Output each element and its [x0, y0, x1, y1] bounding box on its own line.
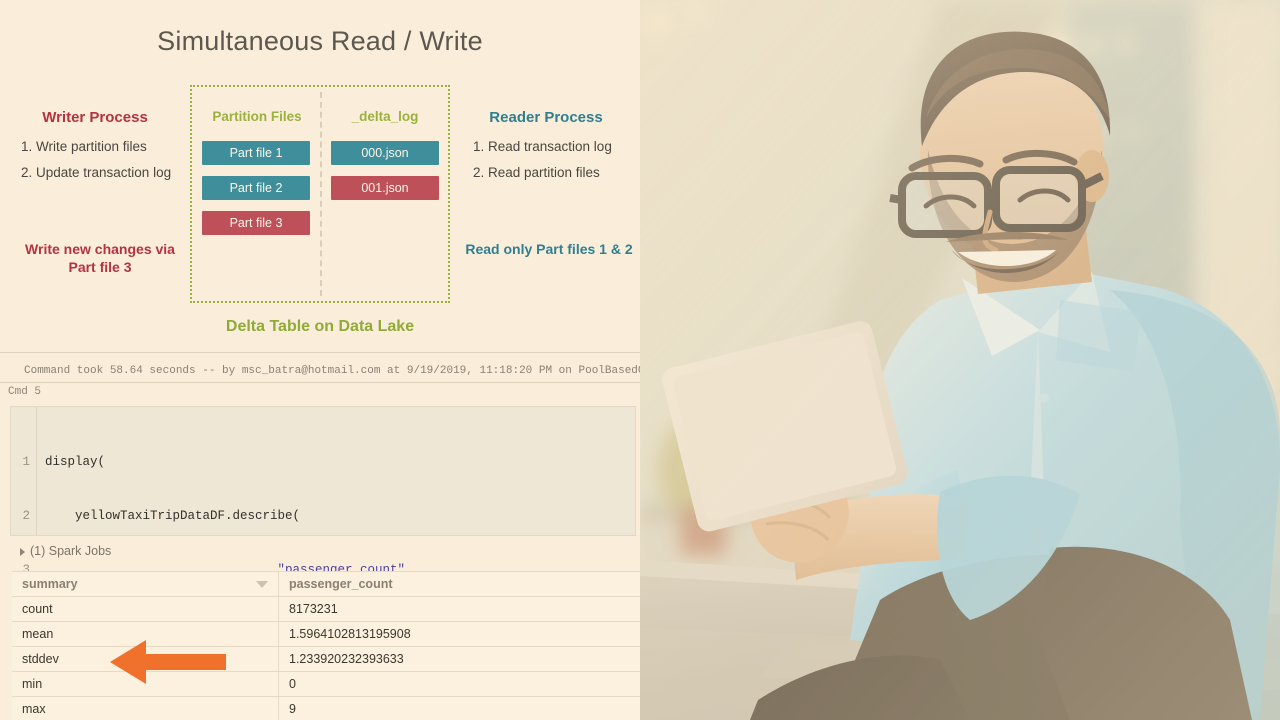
table-row[interactable]: min 0	[12, 671, 640, 697]
delta-log-000-json-chip: 000.json	[331, 141, 439, 165]
slide-canvas: Simultaneous Read / Write Writer Process…	[0, 0, 1280, 720]
table-row[interactable]: max 9	[12, 696, 640, 720]
part-file-2-chip: Part file 2	[202, 176, 310, 200]
writer-step: Update transaction log	[36, 164, 190, 181]
cell-summary: count	[12, 596, 279, 622]
line-number: 2	[22, 509, 30, 523]
column-header-summary[interactable]: summary	[12, 571, 279, 597]
line-number: 1	[22, 455, 30, 469]
writer-process-heading: Writer Process	[42, 109, 148, 126]
divider	[0, 352, 640, 353]
command-status-text: Command took 58.64 seconds -- by msc_bat…	[24, 365, 640, 377]
cell-passenger-count: 1.233920232393633	[278, 646, 640, 672]
column-header-passenger-count[interactable]: passenger_count	[278, 571, 640, 597]
code-line: 2 yellowTaxiTripDataDF.describe(	[11, 507, 635, 525]
column-header-label: passenger_count	[289, 577, 393, 591]
cell-summary: max	[12, 696, 279, 720]
table-row[interactable]: count 8173231	[12, 596, 640, 622]
cmd-cell-label: Cmd 5	[8, 386, 42, 398]
divider	[0, 382, 640, 383]
delta-table-caption: Delta Table on Data Lake	[225, 318, 415, 335]
writer-step: Write partition files	[36, 138, 190, 155]
partition-files-header: Partition Files	[212, 109, 302, 124]
spark-jobs-toggle[interactable]: (1) Spark Jobs	[20, 544, 111, 558]
left-arrow-annotation-icon	[108, 637, 228, 687]
delta-lake-diagram: Simultaneous Read / Write Writer Process…	[0, 0, 640, 352]
part-file-1-chip: Part file 1	[202, 141, 310, 165]
table-row[interactable]: stddev 1.233920232393633	[12, 646, 640, 672]
line-text: yellowTaxiTripDataDF.describe(	[45, 509, 301, 523]
writer-note: Write new changes via Part file 3	[25, 241, 175, 275]
cell-passenger-count: 1.5964102813195908	[278, 621, 640, 647]
column-header-label: summary	[22, 577, 78, 591]
table-row[interactable]: mean 1.5964102813195908	[12, 621, 640, 647]
delta-log-001-json-chip: 001.json	[331, 176, 439, 200]
delta-log-header: _delta_log	[351, 109, 419, 124]
left-content-pane: Simultaneous Read / Write Writer Process…	[0, 0, 640, 720]
code-editor-cell[interactable]: 1 display( 2 yellowTaxiTripDataDF.describ…	[10, 406, 636, 685]
reader-note: Read only Part files 1 & 2	[465, 241, 633, 257]
chevron-down-icon[interactable]	[256, 581, 268, 588]
table-header-row: summary passenger_count	[12, 571, 640, 597]
page-title: Simultaneous Read / Write	[157, 26, 483, 56]
writer-process-steps: Write partition files Update transaction…	[14, 138, 190, 190]
delta-column-divider	[320, 92, 322, 296]
code-line: 1 display(	[11, 453, 635, 471]
part-file-3-chip: Part file 3	[202, 211, 310, 235]
cell-passenger-count: 8173231	[278, 596, 640, 622]
cell-passenger-count: 9	[278, 696, 640, 720]
cell-passenger-count: 0	[278, 671, 640, 697]
spark-jobs-label: (1) Spark Jobs	[30, 544, 112, 558]
line-text: display(	[45, 455, 106, 469]
chevron-right-icon	[20, 547, 25, 556]
reader-process-heading: Reader Process	[489, 109, 603, 126]
reader-process-steps: Read transaction log Read partition file…	[466, 138, 640, 190]
results-table[interactable]: summary passenger_count count 8173231 me…	[12, 571, 640, 720]
man-with-tablet-photo	[640, 0, 1280, 720]
reader-step: Read transaction log	[488, 138, 640, 155]
reader-step: Read partition files	[488, 164, 640, 181]
